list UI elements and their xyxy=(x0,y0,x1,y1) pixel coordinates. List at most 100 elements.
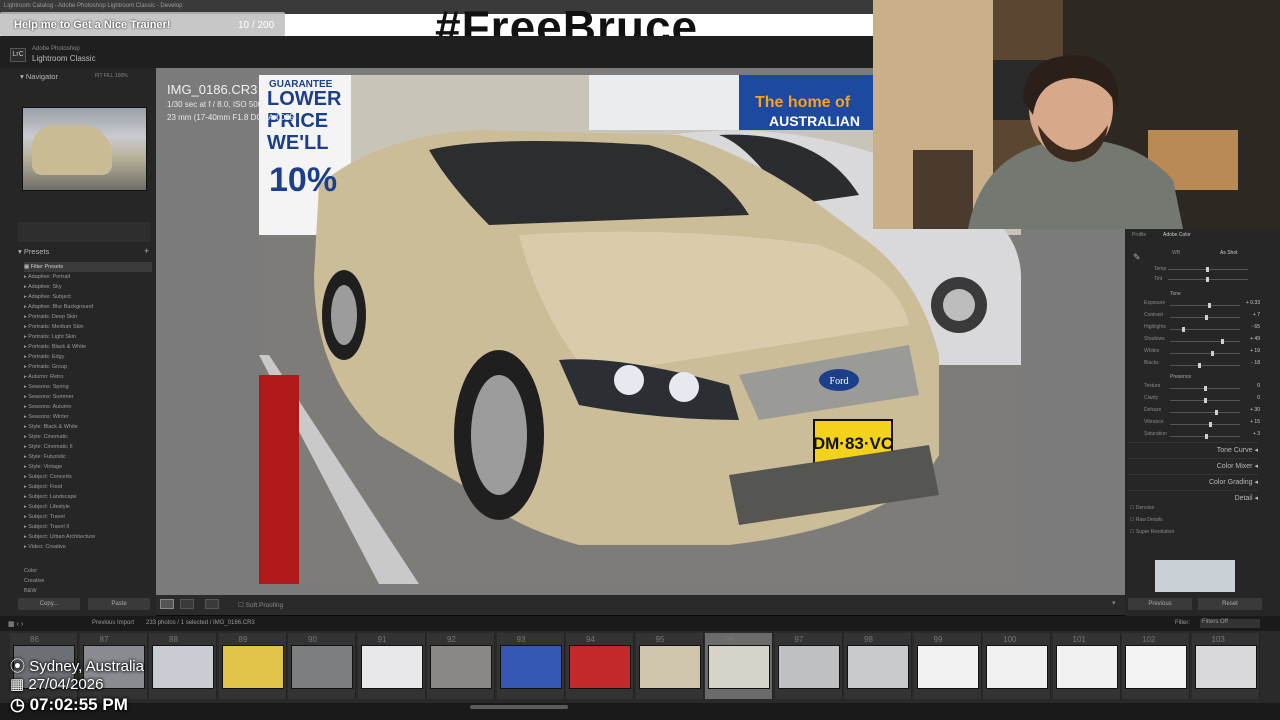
preset-item[interactable]: ▸ Seasons: Summer xyxy=(24,392,152,402)
preset-item[interactable]: ▸ Adaptive: Portrait xyxy=(24,272,152,282)
slider-track[interactable] xyxy=(1170,339,1240,344)
preset-group[interactable]: Color xyxy=(24,566,152,576)
filmstrip-scrollbar[interactable] xyxy=(0,703,1280,720)
tint-slider-knob[interactable] xyxy=(1206,277,1209,282)
film-source[interactable]: Previous Import xyxy=(92,620,134,626)
filmstrip-cell[interactable]: 98 xyxy=(844,633,912,699)
slider-knob[interactable] xyxy=(1207,303,1211,308)
filmstrip-thumbnail[interactable] xyxy=(1055,645,1118,689)
slider-knob[interactable] xyxy=(1208,422,1212,427)
film-grid-icon[interactable]: ▦ ‹ › xyxy=(8,620,23,628)
preset-item[interactable]: ▸ Subject: Travel II xyxy=(24,522,152,532)
slider-track[interactable] xyxy=(1170,422,1240,427)
preset-item[interactable]: ▸ Subject: Concerts xyxy=(24,472,152,482)
eyedropper-icon[interactable]: ✎ xyxy=(1133,252,1141,263)
slider-track[interactable] xyxy=(1170,327,1240,332)
slider-knob[interactable] xyxy=(1204,434,1208,439)
preset-item[interactable]: ▸ Style: Futuristic xyxy=(24,452,152,462)
add-preset-icon[interactable]: + xyxy=(144,246,149,256)
panel-section-header[interactable]: Tone Curve ◂ xyxy=(1128,442,1258,458)
filmstrip-thumbnail[interactable] xyxy=(569,645,631,689)
slider-knob[interactable] xyxy=(1211,351,1214,356)
section-toggle-icon[interactable]: ◂ xyxy=(1253,447,1258,454)
slider-track[interactable] xyxy=(1170,410,1240,415)
slider-track[interactable] xyxy=(1170,386,1240,391)
preset-item[interactable]: ▸ Adaptive: Sky xyxy=(24,282,152,292)
slider-track[interactable] xyxy=(1170,315,1240,320)
presets-header[interactable]: ▾ Presets xyxy=(18,247,49,256)
soft-proofing-checkbox[interactable]: ☐ Soft Proofing xyxy=(238,601,283,609)
slider-knob[interactable] xyxy=(1214,410,1218,415)
temp-slider[interactable] xyxy=(1168,267,1248,272)
filmstrip-thumbnail[interactable] xyxy=(152,645,214,689)
preset-item[interactable]: ▦ Filter Presets xyxy=(24,262,152,272)
detail-option[interactable]: ☐ Raw Details xyxy=(1130,517,1260,529)
filmstrip-thumbnail[interactable] xyxy=(847,645,909,689)
slider-knob[interactable] xyxy=(1205,315,1209,320)
filter-dropdown[interactable]: Filters Off xyxy=(1200,619,1260,628)
preset-item[interactable]: ▸ Style: Cinematic II xyxy=(24,442,152,452)
loupe-view-icon[interactable] xyxy=(160,599,174,609)
filmstrip-thumbnail[interactable] xyxy=(986,645,1048,689)
preset-item[interactable]: ▸ Portraits: Group xyxy=(24,362,152,372)
wb-value[interactable]: As Shot xyxy=(1220,250,1238,256)
preset-item[interactable]: ▸ Portraits: Edgy xyxy=(24,352,152,362)
zoom-fill[interactable]: FILL xyxy=(104,73,114,79)
filmstrip-cell[interactable]: 91 xyxy=(357,633,426,699)
detail-option[interactable]: ☐ Super Resolution xyxy=(1130,529,1260,541)
panel-section-header[interactable]: Color Mixer ◂ xyxy=(1128,458,1258,474)
filmstrip-cell[interactable]: 93 xyxy=(496,633,565,699)
filmstrip-cell[interactable]: 102 xyxy=(1122,633,1190,699)
preset-item[interactable]: ▸ Portraits: Deep Skin xyxy=(24,312,152,322)
preset-item[interactable]: ▸ Adaptive: Subject xyxy=(24,292,152,302)
slider-track[interactable] xyxy=(1170,351,1240,356)
panel-section-header[interactable]: Detail ◂ xyxy=(1128,490,1258,506)
preset-item[interactable]: ▸ Subject: Landscape xyxy=(24,492,152,502)
preset-group[interactable]: B&W xyxy=(24,586,152,596)
previous-button[interactable]: Previous xyxy=(1128,598,1192,610)
preset-item[interactable]: ▸ Portraits: Medium Skin xyxy=(24,322,152,332)
preset-item[interactable]: ▸ Adaptive: Blur Background xyxy=(24,302,152,312)
navigator-zoom-options[interactable]: FIT FILL 100% xyxy=(95,73,128,79)
filmstrip-cell[interactable]: 95 xyxy=(635,633,704,699)
preset-item[interactable]: ▸ Style: Cinematic xyxy=(24,432,152,442)
preset-item[interactable]: ▸ Subject: Food xyxy=(24,482,152,492)
toolbar-menu-icon[interactable]: ▾ xyxy=(1112,599,1116,607)
filmstrip-cell[interactable]: 90 xyxy=(288,633,356,699)
compare-view-icon[interactable] xyxy=(205,599,219,609)
filmstrip-thumbnail[interactable] xyxy=(291,645,353,689)
before-after-icon[interactable] xyxy=(180,599,194,609)
filmstrip-thumbnail[interactable] xyxy=(499,645,562,689)
filmstrip-thumbnail[interactable] xyxy=(777,645,840,689)
preset-item[interactable]: ▸ Seasons: Spring xyxy=(24,382,152,392)
slider-track[interactable] xyxy=(1170,303,1240,308)
preset-item[interactable]: ▸ Autumn: Retro xyxy=(24,372,152,382)
section-toggle-icon[interactable]: ◂ xyxy=(1253,479,1258,486)
preset-item[interactable]: ▸ Video: Creative xyxy=(24,542,152,552)
filmstrip-thumbnail[interactable] xyxy=(638,645,701,689)
filmstrip-thumbnail[interactable] xyxy=(708,645,770,689)
zoom-100[interactable]: 100% xyxy=(115,73,128,79)
preset-item[interactable]: ▸ Style: Black & White xyxy=(24,422,152,432)
preset-item[interactable]: ▸ Subject: Lifestyle xyxy=(24,502,152,512)
preset-item[interactable]: ▸ Subject: Travel xyxy=(24,512,152,522)
filmstrip-cell[interactable]: 89 xyxy=(218,633,287,699)
filmstrip-cell[interactable]: 94 xyxy=(566,633,634,699)
filmstrip-thumbnail[interactable] xyxy=(360,645,423,689)
preset-item[interactable]: ▸ Subject: Urban Architecture xyxy=(24,532,152,542)
filmstrip-cell[interactable]: 99 xyxy=(913,633,982,699)
section-toggle-icon[interactable]: ◂ xyxy=(1253,495,1258,502)
preset-item[interactable]: ▸ Portraits: Light Skin xyxy=(24,332,152,342)
slider-knob[interactable] xyxy=(1204,398,1207,403)
filmstrip-cell[interactable]: 100 xyxy=(983,633,1051,699)
slider-track[interactable] xyxy=(1170,363,1240,368)
filmstrip-cell[interactable]: 101 xyxy=(1052,633,1121,699)
filmstrip-thumbnail[interactable] xyxy=(1194,645,1257,689)
tint-slider[interactable] xyxy=(1168,277,1248,282)
slider-knob[interactable] xyxy=(1197,363,1201,368)
slider-knob[interactable] xyxy=(1204,386,1207,391)
filmstrip-thumbnail[interactable] xyxy=(1125,645,1187,689)
panel-section-header[interactable]: Color Grading ◂ xyxy=(1128,474,1258,490)
filmstrip-cell[interactable]: 96 xyxy=(705,633,773,699)
preset-item[interactable]: ▸ Seasons: Autumn xyxy=(24,402,152,412)
